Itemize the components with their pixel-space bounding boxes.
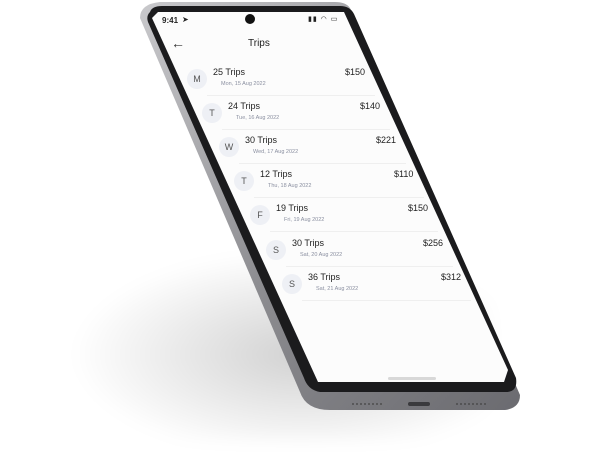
page-title: Trips xyxy=(248,38,270,49)
day-avatar: F xyxy=(250,205,270,225)
trip-amount: $150 xyxy=(408,203,429,213)
day-avatar: W xyxy=(219,137,239,157)
trip-amount: $256 xyxy=(423,238,444,248)
front-camera xyxy=(245,14,255,24)
trip-date: Sat, 21 Aug 2022 xyxy=(316,286,359,292)
trip-amount: $312 xyxy=(441,272,462,282)
trip-amount: $221 xyxy=(376,135,397,145)
trip-amount: $110 xyxy=(394,169,414,179)
row-divider xyxy=(254,197,424,198)
status-icons: ▮▮ ◠ ▭ xyxy=(308,16,339,23)
day-avatar: S xyxy=(266,240,286,260)
trip-date: Fri, 19 Aug 2022 xyxy=(284,217,325,223)
row-divider xyxy=(207,95,375,96)
row-divider xyxy=(286,266,453,267)
trip-count: 24 Trips xyxy=(228,101,261,111)
row-divider xyxy=(222,129,390,130)
trip-count: 25 Trips xyxy=(213,67,246,77)
trip-date: Sat, 20 Aug 2022 xyxy=(300,252,343,258)
row-divider xyxy=(239,163,406,164)
day-avatar: M xyxy=(187,69,207,89)
day-avatar: T xyxy=(234,171,254,191)
trip-date: Wed, 17 Aug 2022 xyxy=(253,149,299,155)
trip-count: 36 Trips xyxy=(308,272,341,282)
trip-date: Mon, 15 Aug 2022 xyxy=(221,81,266,87)
row-divider xyxy=(270,231,438,232)
trip-date: Tue, 16 Aug 2022 xyxy=(236,115,280,121)
home-indicator[interactable] xyxy=(388,377,436,380)
trip-count: 30 Trips xyxy=(292,238,325,248)
day-avatar: S xyxy=(282,274,302,294)
trip-count: 12 Trips xyxy=(260,169,293,179)
day-avatar: T xyxy=(202,103,222,123)
trip-count: 30 Trips xyxy=(245,135,278,145)
trip-count: 19 Trips xyxy=(276,203,309,213)
trip-amount: $150 xyxy=(345,67,366,77)
location-arrow-icon: ➤ xyxy=(182,15,189,24)
status-time: 9:41 xyxy=(162,16,179,25)
trip-amount: $140 xyxy=(360,101,381,111)
row-divider xyxy=(302,300,471,301)
back-arrow-icon[interactable]: ← xyxy=(171,36,185,50)
trip-date: Thu, 18 Aug 2022 xyxy=(268,183,312,189)
